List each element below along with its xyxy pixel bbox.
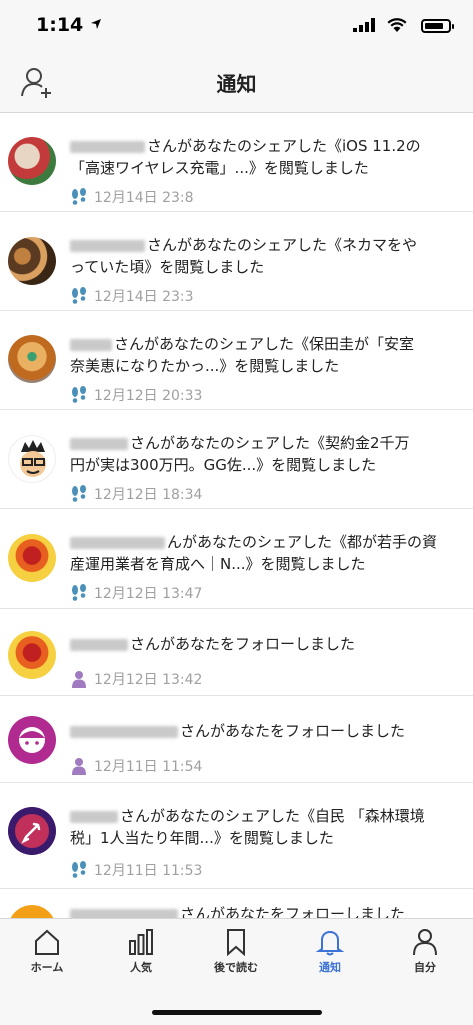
notification-text: さんがあなたのシェアした《自民 「森林環境 [120,807,425,825]
notification-text: さんがあなたのシェアした《ネカマをや [147,236,418,254]
tab-popular[interactable]: 人気 [94,927,188,975]
notification-item[interactable]: さんがあなたのシェアした《保田圭が「安室 奈美恵になりたかっ...》を閲覧しまし… [0,311,473,410]
tab-profile[interactable]: 自分 [378,927,472,975]
avatar [8,335,56,383]
wifi-icon [387,18,407,32]
tab-label: 通知 [319,961,341,974]
footprints-icon [72,861,86,878]
blurred-username [70,810,118,823]
avatar [8,534,56,582]
notification-text: さんがあなたのシェアした《契約金2千万 [130,434,410,452]
footprints-icon [72,386,86,403]
notification-text: 税」1人当たり年間...》を閲覧しました [70,829,334,847]
notification-time: 12月14日 23:3 [94,289,194,305]
notification-text: んがあなたのシェアした《都が若手の資 [167,533,438,551]
blurred-username [70,140,145,153]
notification-text: 「高速ワイヤレス充電」...》を閲覧しました [70,159,369,177]
footprints-icon [72,287,86,304]
notification-item[interactable]: さんがあなたのシェアした《ネカマをや っていた頃》を閲覧しました 12月14日 … [0,212,473,311]
bar-chart-icon [129,929,153,955]
avatar [8,716,56,764]
notification-item[interactable]: さんがあなたのシェアした《自民 「森林環境 税」1人当たり年間...》を閲覧しま… [0,783,473,889]
blurred-username [70,239,145,252]
tab-read-later[interactable]: 後で読む [189,927,283,975]
notification-item[interactable]: んがあなたのシェアした《都が若手の資 産運用業者を育成へ｜N...》を閲覧しまし… [0,509,473,609]
status-bar: 1:14 [0,0,473,48]
tab-label: 自分 [414,961,436,974]
notification-text: 奈美恵になりたかっ...》を閲覧しました [70,357,340,375]
blurred-username [70,536,165,549]
blurred-username [70,725,178,738]
avatar [8,905,56,918]
navigation-bar: 通知 [0,48,473,113]
notification-time: 12月12日 13:47 [94,586,203,602]
battery-icon [421,19,454,33]
status-time: 1:14 [36,14,84,36]
notification-text: さんがあなたをフォローしました [180,905,406,918]
tab-label: 後で読む [214,961,258,974]
notification-text: さんがあなたのシェアした《保田圭が「安室 [114,335,415,353]
bookmark-icon [227,929,245,957]
footprints-icon [72,188,86,205]
notification-time: 12月14日 23:8 [94,190,194,206]
avatar [8,435,56,483]
notification-text: さんがあなたのシェアした《iOS 11.2の [147,137,421,155]
blurred-username [70,908,178,918]
cartoon-face-icon [20,440,46,477]
home-indicator[interactable] [152,1010,322,1015]
rocket-logo-icon [8,807,56,855]
person-icon [72,758,86,775]
blurred-username [70,338,112,351]
person-icon [72,671,86,688]
avatar [8,807,56,855]
notification-time: 12月12日 20:33 [94,388,203,404]
tab-bar: ホーム 人気 後で読む 通知 自分 [0,918,473,1025]
home-icon [35,929,59,955]
avatar [8,137,56,185]
footprints-icon [72,485,86,502]
notification-item[interactable]: さんがあなたのシェアした《契約金2千万 円が実は300万円。GG佐...》を閲覧… [0,410,473,509]
notification-item[interactable]: さんがあなたのシェアした《iOS 11.2の 「高速ワイヤレス充電」...》を閲… [0,113,473,212]
bell-icon [315,930,345,956]
notification-list[interactable]: さんがあなたのシェアした《iOS 11.2の 「高速ワイヤレス充電」...》を閲… [0,113,473,918]
face-logo-icon [19,727,45,753]
tab-notifications[interactable]: 通知 [283,927,377,975]
tab-label: ホーム [30,961,64,974]
person-icon [413,929,437,956]
notification-item[interactable]: さんがあなたをフォローしました 12月11日 11:54 [0,696,473,783]
tab-label: 人気 [130,961,152,974]
notification-text: っていた頃》を閲覧しました [70,258,265,276]
page-title: 通知 [216,72,257,96]
notification-text: さんがあなたをフォローしました [130,635,356,653]
blurred-username [70,437,128,450]
footprints-icon [72,584,86,601]
notification-text: 産運用業者を育成へ｜N...》を閲覧しました [70,555,366,573]
notification-time: 12月12日 18:34 [94,487,203,503]
blurred-username [70,638,128,651]
notification-time: 12月12日 13:42 [94,672,203,688]
cellular-signal-icon [353,18,375,32]
avatar [8,237,56,285]
notification-text: 円が実は300万円。GG佐...》を閲覧しました [70,456,377,474]
avatar [8,631,56,679]
tab-home[interactable]: ホーム [0,927,94,975]
location-arrow-icon [91,19,101,29]
notification-item[interactable]: さんがあなたをフォローしました 12月12日 13:42 [0,609,473,696]
notification-time: 12月11日 11:54 [94,759,203,775]
notification-item[interactable]: さんがあなたをフォローしました [0,889,473,918]
notification-text: さんがあなたをフォローしました [180,722,406,740]
notification-time: 12月11日 11:53 [94,863,203,879]
